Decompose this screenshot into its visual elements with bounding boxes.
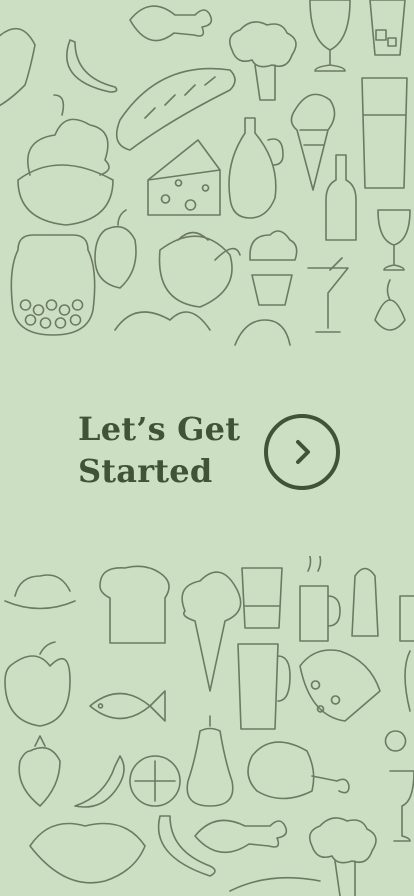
title-line-2: Started [78, 452, 213, 490]
get-started-button[interactable] [264, 414, 340, 490]
food-doodle-pattern-top [0, 0, 414, 348]
title-line-1: Let’s Get [78, 410, 241, 448]
chevron-right-icon [296, 440, 310, 464]
page-title: Let’s Get Started [78, 408, 258, 492]
food-doodle-pattern-bottom [0, 556, 414, 896]
onboarding-screen: Let’s Get Started [0, 0, 414, 896]
hero-section: Let’s Get Started [0, 348, 414, 556]
